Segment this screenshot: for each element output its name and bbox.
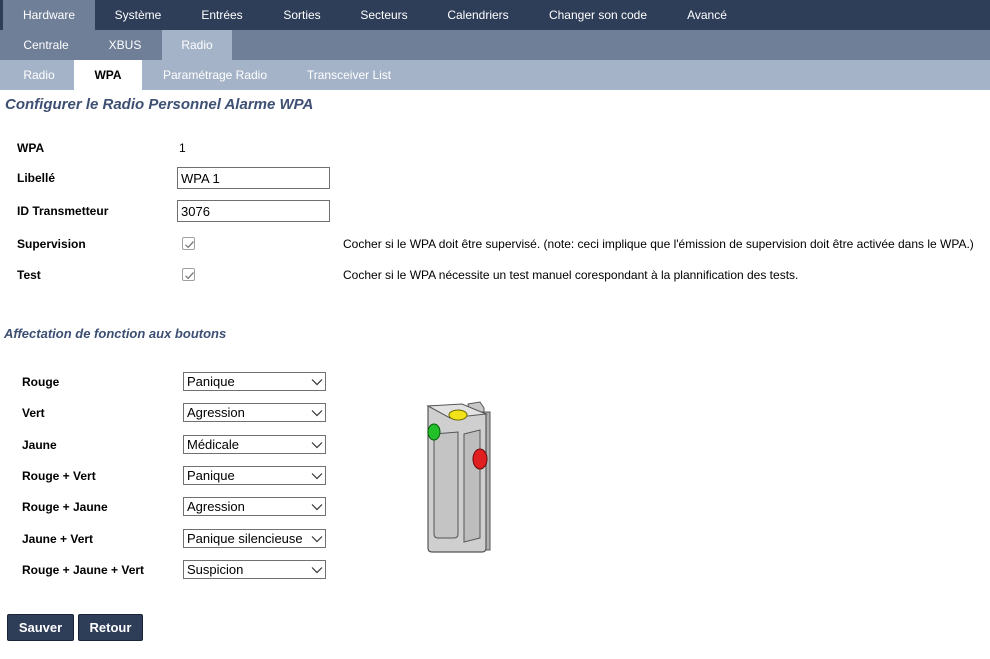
assign-select-rouge-vert[interactable]: Panique <box>183 466 326 485</box>
assign-select-jaune[interactable]: Médicale <box>183 435 326 454</box>
tab-centrale[interactable]: Centrale <box>12 30 80 60</box>
test-checkbox[interactable] <box>182 268 195 281</box>
select-value: Médicale <box>187 437 240 452</box>
assign-label-vert: Vert <box>22 406 45 420</box>
assign-label-jaune: Jaune <box>22 438 57 452</box>
assign-select-vert[interactable]: Agression <box>183 403 326 422</box>
assign-label-rouge-jaune-vert: Rouge + Jaune + Vert <box>22 563 145 577</box>
assign-label-rouge: Rouge <box>22 375 60 389</box>
tab-avance[interactable]: Avancé <box>672 0 742 30</box>
id-transmetteur-input[interactable] <box>177 200 330 222</box>
back-button[interactable]: Retour <box>78 614 143 641</box>
chevron-down-icon <box>311 410 323 417</box>
primary-nav: Hardware Système Entrées Sorties Secteur… <box>0 0 990 30</box>
tab-secteurs[interactable]: Secteurs <box>346 0 422 30</box>
tab-radio[interactable]: Radio <box>10 60 68 90</box>
tab-entrees[interactable]: Entrées <box>186 0 258 30</box>
tertiary-nav: Radio WPA Paramétrage Radio Transceiver … <box>0 60 990 90</box>
tab-xbus[interactable]: XBUS <box>90 30 160 60</box>
assign-label-rouge-vert: Rouge + Vert <box>22 469 96 483</box>
tab-systeme[interactable]: Système <box>100 0 176 30</box>
chevron-down-icon <box>311 379 323 386</box>
chevron-down-icon <box>311 473 323 480</box>
libelle-input[interactable] <box>177 167 330 189</box>
test-note: Cocher si le WPA nécessite un test manue… <box>343 268 799 282</box>
secondary-nav: Centrale XBUS Radio <box>0 30 990 60</box>
chevron-down-icon <box>311 504 323 511</box>
wpa-device-illustration <box>426 401 491 553</box>
wpa-value: 1 <box>179 141 186 155</box>
select-value: Agression <box>187 499 245 514</box>
select-value: Agression <box>187 405 245 420</box>
assign-select-jaune-vert[interactable]: Panique silencieuse <box>183 529 326 548</box>
assign-label-rouge-jaune: Rouge + Jaune <box>22 500 108 514</box>
assign-label-jaune-vert: Jaune + Vert <box>22 532 94 546</box>
tab-changer-code[interactable]: Changer son code <box>536 0 660 30</box>
supervision-note: Cocher si le WPA doit être supervisé. (n… <box>343 237 974 251</box>
chevron-down-icon <box>311 536 323 543</box>
tab-radio-hw[interactable]: Radio <box>162 30 232 60</box>
tab-parametrage-radio[interactable]: Paramétrage Radio <box>150 60 280 90</box>
tab-hardware[interactable]: Hardware <box>3 0 95 30</box>
test-label: Test <box>17 268 41 282</box>
select-value: Panique silencieuse <box>187 531 303 546</box>
libelle-label: Libellé <box>17 171 56 185</box>
assign-select-rouge[interactable]: Panique <box>183 372 326 391</box>
assign-select-rouge-jaune[interactable]: Agression <box>183 497 326 516</box>
check-icon <box>185 241 194 249</box>
select-value: Panique <box>187 468 235 483</box>
select-value: Suspicion <box>187 562 244 577</box>
page-title: Configurer le Radio Personnel Alarme WPA <box>5 96 314 113</box>
chevron-down-icon <box>311 442 323 449</box>
id-transmetteur-label: ID Transmetteur <box>17 204 109 218</box>
tab-sorties[interactable]: Sorties <box>268 0 336 30</box>
supervision-checkbox[interactable] <box>182 237 195 250</box>
tab-calendriers[interactable]: Calendriers <box>432 0 524 30</box>
save-button[interactable]: Sauver <box>7 614 74 641</box>
assign-select-rouge-jaune-vert[interactable]: Suspicion <box>183 560 326 579</box>
wpa-label: WPA <box>17 141 45 155</box>
tab-wpa[interactable]: WPA <box>74 60 142 90</box>
check-icon <box>185 272 194 280</box>
select-value: Panique <box>187 374 235 389</box>
tab-transceiver-list[interactable]: Transceiver List <box>292 60 406 90</box>
chevron-down-icon <box>311 567 323 574</box>
section-title-buttons: Affectation de fonction aux boutons <box>4 326 227 341</box>
supervision-label: Supervision <box>17 237 86 251</box>
